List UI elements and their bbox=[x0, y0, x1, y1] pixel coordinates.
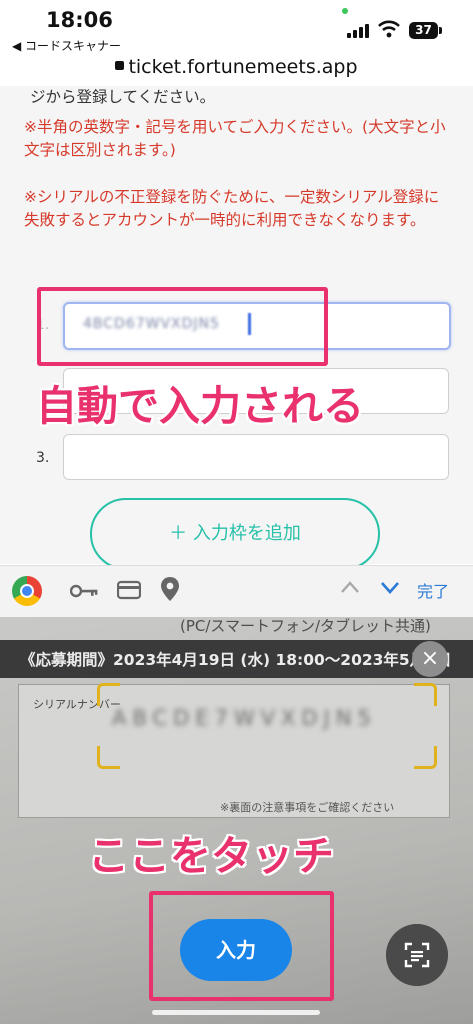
home-indicator[interactable] bbox=[152, 1010, 320, 1015]
done-button[interactable]: 完了 bbox=[417, 578, 449, 602]
key-icon[interactable] bbox=[70, 584, 98, 598]
status-time: 18:06 bbox=[46, 8, 113, 32]
card-note-text: ※裏面の注意事項をご確認ください bbox=[220, 801, 395, 814]
cellular-signal-icon bbox=[347, 24, 371, 38]
url-text[interactable]: ticket.fortunemeets.app bbox=[0, 56, 473, 78]
annotation-touch-here: ここをタッチ bbox=[88, 832, 334, 880]
field-number-3: 3. bbox=[36, 450, 50, 466]
scan-text-icon[interactable] bbox=[386, 924, 448, 986]
insert-text-button[interactable]: 入力 bbox=[180, 919, 292, 981]
application-period-text: 《応募期間》2023年4月19日 (水) 18:00〜2023年5月4日 bbox=[20, 651, 452, 669]
battery-tip bbox=[439, 27, 442, 34]
battery-indicator: 37 bbox=[409, 22, 438, 39]
highlight-box-input bbox=[37, 287, 328, 366]
chrome-icon[interactable] bbox=[12, 576, 42, 606]
scanned-serial-text: ABCDE7WVXDJN5 bbox=[112, 706, 377, 730]
credit-card-icon[interactable] bbox=[117, 580, 141, 600]
wifi-icon bbox=[378, 20, 400, 38]
camera-indicator-dot bbox=[342, 8, 348, 14]
lock-icon bbox=[115, 61, 125, 70]
chevron-down-icon[interactable] bbox=[380, 580, 400, 594]
chevron-up-icon[interactable] bbox=[340, 580, 360, 594]
instruction-text: ジから登録してください。 bbox=[30, 88, 216, 106]
close-icon[interactable]: × bbox=[412, 641, 448, 677]
location-pin-icon[interactable] bbox=[160, 576, 180, 602]
note-half-width: ※半角の英数字・記号を用いてご入力ください。(大文字と小文字は区別されます。) bbox=[24, 118, 446, 159]
url-label: ticket.fortunemeets.app bbox=[128, 56, 358, 78]
add-input-field-button[interactable]: ＋ 入力枠を追加 bbox=[90, 498, 380, 570]
serial-input-3[interactable] bbox=[63, 434, 449, 480]
note-lockout-warning: ※シリアルの不正登録を防ぐために、一定数シリアル登録に失敗するとアカウントが一時… bbox=[24, 188, 440, 229]
annotation-auto-input: 自動で入力される bbox=[36, 382, 364, 430]
camera-subtitle-text: (PC/スマートフォン/タブレット共通) bbox=[180, 617, 431, 635]
